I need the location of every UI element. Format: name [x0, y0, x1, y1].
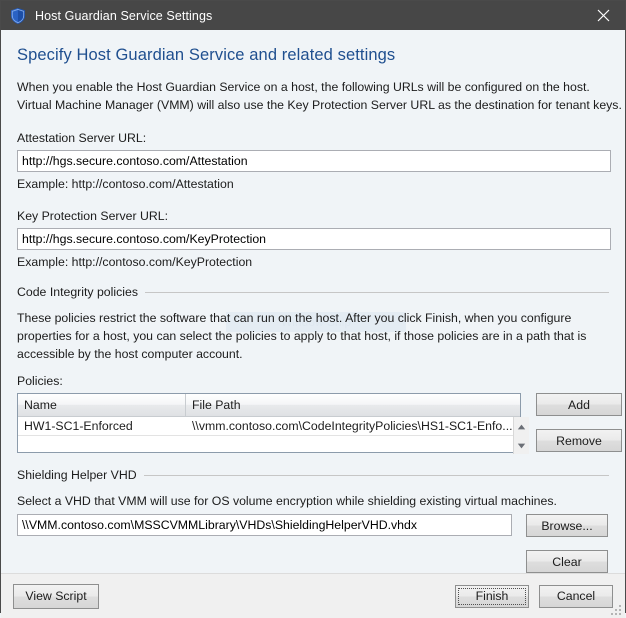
policies-table-scrollbar[interactable] [512, 417, 529, 454]
cell-file-path-empty [186, 436, 513, 454]
shield-icon [9, 7, 27, 25]
page-title: Specify Host Guardian Service and relate… [17, 46, 396, 64]
code-integrity-description: These policies restrict the software tha… [17, 309, 609, 363]
clear-button[interactable]: Clear [526, 550, 608, 573]
host-guardian-service-settings-dialog: Host Guardian Service Settings Window Sn… [0, 0, 626, 618]
policies-buttons: Add Remove [536, 393, 622, 452]
attestation-example-text: Example: http://contoso.com/Attestation [17, 177, 234, 191]
column-header-file-path[interactable]: File Path [186, 394, 520, 416]
code-integrity-group-label: Code Integrity policies [17, 285, 138, 299]
key-protection-example-text: Example: http://contoso.com/KeyProtectio… [17, 255, 253, 269]
table-row[interactable]: HW1-SC1-Enforced \\vmm.contoso.com\CodeI… [18, 417, 513, 436]
column-header-name[interactable]: Name [18, 394, 186, 416]
dialog-body: Window Snip Specify Host Guardian Servic… [1, 30, 625, 573]
policies-table-body: HW1-SC1-Enforced \\vmm.contoso.com\CodeI… [18, 417, 529, 454]
policies-label: Policies: [17, 374, 63, 388]
resize-grip[interactable] [610, 604, 623, 617]
key-protection-server-url-input[interactable] [17, 228, 611, 250]
table-row-empty[interactable] [18, 436, 513, 454]
dialog-footer: View Script Finish Cancel [1, 573, 625, 618]
footer-actions: Finish Cancel [455, 584, 613, 608]
intro-line-1: When you enable the Host Guardian Servic… [17, 80, 590, 94]
policies-table-header: Name File Path [18, 394, 520, 417]
browse-button[interactable]: Browse... [526, 514, 608, 537]
group-divider-2 [143, 474, 609, 476]
scroll-down-arrow-icon[interactable] [517, 438, 526, 452]
code-integrity-desc-line-2: properties for a host, you can select th… [17, 329, 587, 343]
view-script-button[interactable]: View Script [13, 583, 99, 609]
cell-name-empty [18, 436, 186, 454]
key-protection-server-url-label: Key Protection Server URL: [17, 209, 169, 223]
close-icon[interactable] [581, 1, 625, 30]
cancel-button[interactable]: Cancel [539, 584, 613, 608]
intro-line-2: Virtual Machine Manager (VMM) will also … [17, 98, 622, 112]
cell-name: HW1-SC1-Enforced [24, 419, 133, 433]
shielding-helper-group-label: Shielding Helper VHD [17, 468, 137, 482]
group-divider [144, 291, 609, 293]
finish-button-label: Finish [475, 589, 509, 603]
shielding-helper-vhd-input[interactable] [17, 514, 512, 536]
shielding-helper-vhd-row: Browse... Clear [17, 514, 609, 573]
title-bar: Host Guardian Service Settings [1, 1, 625, 30]
attestation-server-url-label: Attestation Server URL: [17, 131, 147, 145]
shielding-helper-buttons: Browse... Clear [526, 514, 608, 573]
code-integrity-group-header: Code Integrity policies [17, 285, 609, 299]
intro-paragraph: When you enable the Host Guardian Servic… [17, 78, 622, 114]
cell-file-path: \\vmm.contoso.com\CodeIntegrityPolicies\… [192, 419, 513, 433]
policies-table[interactable]: Name File Path HW1-SC1-Enforced \\vmm.co… [17, 393, 529, 454]
finish-button[interactable]: Finish [455, 584, 529, 608]
scroll-up-arrow-icon[interactable] [517, 419, 526, 433]
policies-section: Name File Path HW1-SC1-Enforced \\vmm.co… [17, 393, 622, 454]
attestation-server-url-input[interactable] [17, 150, 611, 172]
code-integrity-desc-line-3: accessible by the host computer account. [17, 347, 243, 361]
add-button[interactable]: Add [536, 393, 622, 416]
remove-button[interactable]: Remove [536, 429, 622, 452]
shielding-helper-desc-line: Select a VHD that VMM will use for OS vo… [17, 494, 557, 508]
window-title: Host Guardian Service Settings [35, 8, 213, 23]
shielding-helper-description: Select a VHD that VMM will use for OS vo… [17, 492, 609, 510]
code-integrity-desc-line-1: These policies restrict the software tha… [17, 311, 572, 325]
policies-table-rows: HW1-SC1-Enforced \\vmm.contoso.com\CodeI… [18, 417, 513, 454]
shielding-helper-group-header: Shielding Helper VHD [17, 468, 609, 482]
